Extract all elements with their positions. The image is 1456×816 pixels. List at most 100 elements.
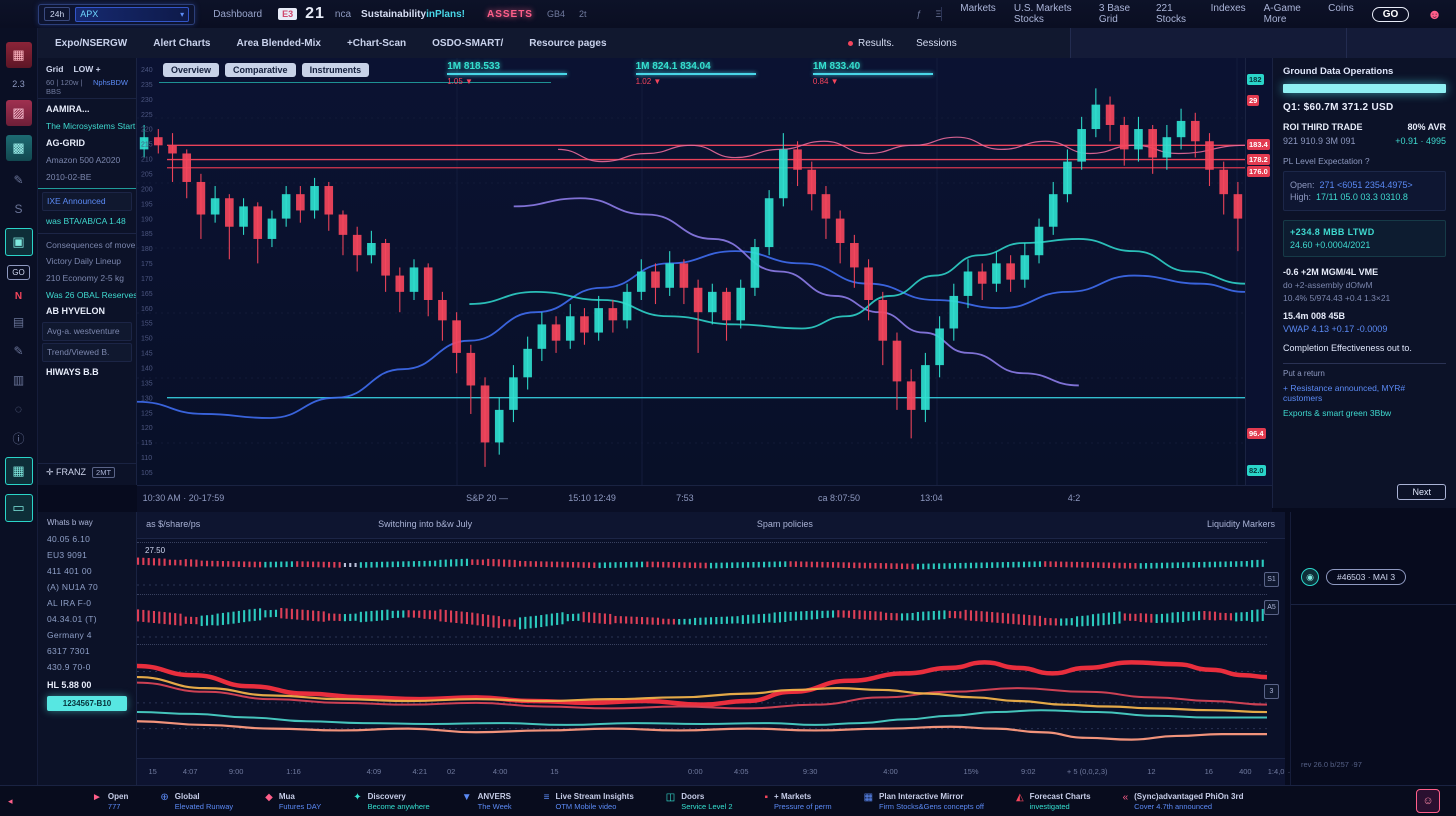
strategy-icon[interactable]: S [6, 199, 32, 219]
watchlist-item[interactable]: Was 26 OBAL Reserves [38, 287, 136, 304]
top-menu-item[interactable]: Coins [1328, 3, 1354, 25]
quote-row[interactable]: 411 401 00 [38, 563, 136, 579]
search-input[interactable]: APX ▾ [75, 7, 189, 22]
nav-item[interactable]: Resource pages [529, 38, 606, 49]
status-item[interactable]: ►Open777 [92, 791, 128, 812]
circle-tool-icon[interactable]: ◌ [6, 399, 32, 419]
sessions-menu[interactable]: Sessions [916, 38, 957, 49]
apps-grid-icon[interactable]: ☺ [1416, 789, 1440, 813]
annotate-icon[interactable]: ✎ [6, 341, 32, 361]
quote-row[interactable]: (A) NU1A 70 [38, 579, 136, 595]
main-chart[interactable]: OverviewComparativeInstruments 1M 818.53… [137, 58, 1245, 485]
mini-badge[interactable]: S1 [1264, 572, 1279, 587]
go-badge-icon[interactable]: GO [7, 265, 29, 280]
watch-filter-1[interactable]: 60 | 120w | BBS [46, 78, 87, 96]
nav-item[interactable]: Expo/NSERGW [55, 38, 127, 49]
nav-item[interactable]: OSDO-SMART/ [432, 38, 503, 49]
top-menu-item[interactable]: 221 Stocks [1156, 3, 1193, 25]
status-item[interactable]: ≡Live Stream InsightsOTM Mobile video [544, 791, 634, 812]
tab-low[interactable]: LOW + [73, 64, 100, 74]
chart-mode-chip[interactable]: Instruments [302, 63, 370, 77]
watchlist-item[interactable]: Victory Daily Lineup [38, 253, 136, 270]
watchlist-footer[interactable]: ✛ FRANZ 2MT [38, 463, 136, 481]
watchlist-item[interactable]: was BTA/AB/CA 1.48 [38, 213, 136, 230]
heatmap-tile-icon[interactable]: ▨ [6, 100, 32, 126]
quote-row[interactable]: EU3 9091 [38, 547, 136, 563]
list-icon[interactable]: ▤ [6, 312, 32, 332]
top-menu-item[interactable]: Indexes [1211, 3, 1246, 25]
candlestick-svg[interactable]: 2402352302252202152102052001951901851801… [137, 58, 1245, 485]
avatar[interactable]: ☻ [1427, 6, 1442, 22]
info-icon[interactable]: ⓘ [6, 428, 32, 448]
watchlist-item[interactable]: The Microsystems Start [38, 118, 136, 135]
chart-mode-chip[interactable]: Comparative [225, 63, 296, 77]
quote-row[interactable]: 6317 7301 [38, 643, 136, 659]
watchlist-item[interactable]: Avg-a. westventure [42, 322, 132, 341]
chart-mode-chip[interactable]: Overview [163, 63, 219, 77]
watchlist-item[interactable]: Consequences of move [38, 237, 136, 254]
go-button[interactable]: GO [1372, 7, 1410, 22]
watchlist-item[interactable]: 2010-02-BE [38, 169, 136, 186]
indicator-lines-chart[interactable] [137, 644, 1267, 757]
status-item[interactable]: ⊕GlobalElevated Runway [160, 791, 233, 812]
top-menu-item[interactable]: 3 Base Grid [1099, 3, 1138, 25]
mail-pill-button[interactable]: #46503 · MAI 3 [1326, 569, 1406, 585]
status-item[interactable]: ✦DiscoveryBecome anywhere [353, 791, 430, 812]
watch-filter-2[interactable]: NphsBDW [93, 78, 128, 96]
symbol-search[interactable]: 24h APX ▾ [38, 4, 195, 25]
nav-item[interactable]: Area Blended-Mix [236, 38, 320, 49]
chevron-left-icon[interactable]: ◂ [8, 796, 13, 807]
assets-label[interactable]: ASSETS [487, 9, 533, 20]
nav-item[interactable]: Alert Charts [153, 38, 210, 49]
draw-icon[interactable]: ✎ [6, 170, 32, 190]
timeframe-24h-button[interactable]: 24h [44, 7, 70, 21]
pin-icon[interactable]: ◉ [1301, 568, 1319, 586]
watchlist-item[interactable]: AB HYVELON [38, 303, 136, 320]
quote-row[interactable]: AL IRA F-0 [38, 595, 136, 611]
lower-tab[interactable]: Liquidity Markers [1207, 519, 1275, 529]
quote-row[interactable]: Germany 4 [38, 627, 136, 643]
chevron-down-icon[interactable]: ▾ [180, 10, 184, 19]
watchlist-item[interactable]: Amazon 500 A2020 [38, 152, 136, 169]
quote-row[interactable]: 04.34.01 (T) [38, 611, 136, 627]
watchlist-item[interactable]: 210 Economy 2-5 kg [38, 270, 136, 287]
nav-item[interactable]: +Chart-Scan [347, 38, 406, 49]
results-menu[interactable]: Results. [848, 38, 894, 49]
tab-grid[interactable]: Grid [46, 64, 63, 74]
news-icon[interactable]: N [6, 289, 32, 303]
status-item[interactable]: ▼ANVERSThe Week [462, 791, 512, 812]
panel-tile-icon[interactable]: ▣ [5, 228, 33, 256]
watchlist-item[interactable]: HIWAYS B.B [38, 364, 136, 381]
top-menu-item[interactable]: U.S. Markets Stocks [1014, 3, 1081, 25]
laptop-icon[interactable]: ▭ [5, 494, 33, 522]
next-button[interactable]: Next [1397, 484, 1446, 500]
lower-tab[interactable]: Spam policies [757, 519, 813, 529]
dashboard-menu[interactable]: Dashboard [213, 9, 262, 20]
pl-expectation-label[interactable]: PL Level Expectation ? [1283, 156, 1446, 166]
exports-link[interactable]: Exports & smart green 3Bbw [1283, 408, 1446, 418]
lower-tab[interactable]: as $/share/ps [146, 519, 200, 529]
lower-tab[interactable]: Switching into b&w July [378, 519, 472, 529]
watchlist-item[interactable]: AAMIRA... [38, 101, 136, 118]
status-item[interactable]: ◫DoorsService Level 2 [666, 791, 733, 812]
status-item[interactable]: ▦Plan Interactive MirrorFirm Stocks&Gens… [864, 791, 984, 812]
function-icon[interactable]: ƒ [917, 9, 922, 19]
watchlist-item[interactable]: Trend/Viewed B. [42, 343, 132, 362]
top-menu-item[interactable]: Markets [960, 3, 996, 25]
status-item[interactable]: ◭Forecast Chartsinvestigated [1016, 791, 1091, 812]
bid-button[interactable]: 1234567-B10 [47, 696, 127, 711]
price-axis[interactable]: 18229183.4178.2176.096.482.0 [1245, 58, 1273, 485]
top-menu-item[interactable]: A-Game More [1264, 3, 1310, 25]
mini-badge[interactable]: 3 [1264, 684, 1279, 699]
ratio-label-icon[interactable]: 2.3 [6, 77, 32, 91]
2t-icon[interactable]: 2t [579, 9, 587, 19]
status-item[interactable]: «(Sync)advantaged PhiOn 3rdCover 4.7th a… [1123, 791, 1244, 812]
mini-badge[interactable]: A5 [1264, 600, 1279, 615]
vwap-line[interactable]: VWAP 4.13 +0.17 -0.0009 [1283, 324, 1446, 334]
watchlist-item[interactable]: AG-GRID [38, 135, 136, 152]
status-item[interactable]: ▪+ MarketsPressure of perm [765, 791, 832, 812]
screener-tile-icon[interactable]: ▩ [6, 135, 32, 161]
time-axis[interactable]: 10:30 AM · 20-17:59S&P 20 —15:10 12:497:… [137, 485, 1272, 513]
quote-row[interactable]: 430.9 70-0 [38, 659, 136, 675]
resistance-link[interactable]: + Resistance announced, MYR# customers [1283, 383, 1446, 403]
